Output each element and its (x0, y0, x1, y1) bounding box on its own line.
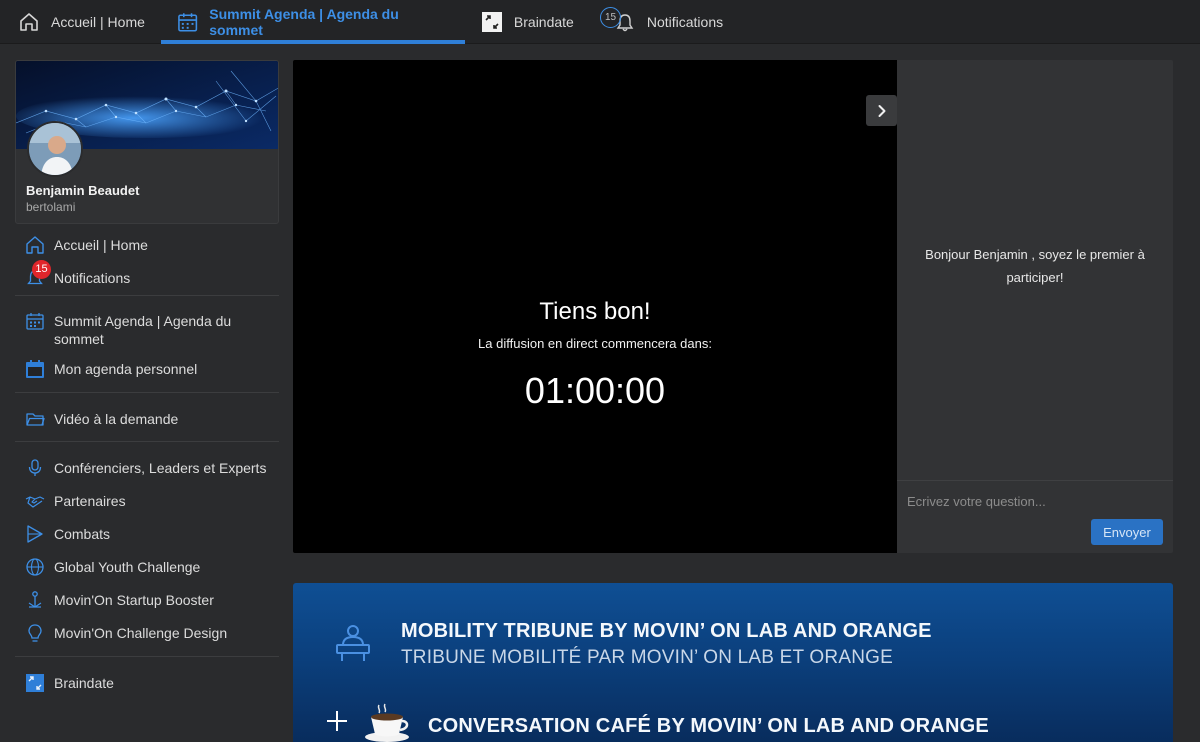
sidebar-item-label: Movin'On Challenge Design (54, 625, 228, 641)
chat-panel: Bonjour Benjamin , soyez le premier à pa… (897, 60, 1173, 553)
braindate-icon (26, 674, 44, 692)
home-icon (26, 236, 44, 254)
divider (897, 480, 1173, 481)
nav-braindate[interactable]: Braindate (465, 0, 590, 44)
profile-name: Benjamin Beaudet (26, 183, 140, 198)
microphone-icon (28, 459, 42, 476)
divider (15, 441, 279, 442)
profile-handle: bertolami (26, 200, 76, 214)
divider (15, 656, 279, 657)
sidebar-item-personal-agenda[interactable]: Mon agenda personnel (15, 360, 279, 382)
question-input[interactable] (907, 490, 1163, 512)
booster-icon (28, 591, 42, 608)
sidebar-item-notifications[interactable]: 15 Notifications (15, 260, 279, 291)
video-player[interactable]: Tiens bon! La diffusion en direct commen… (293, 60, 897, 553)
lightbulb-icon (28, 624, 42, 642)
sidebar: Benjamin Beaudet bertolami Accueil | Hom… (15, 60, 279, 696)
calendar-icon (26, 313, 44, 330)
notification-badge: 15 (32, 260, 51, 279)
sidebar-item-label: Global Youth Challenge (54, 559, 201, 575)
session-title: MOBILITY TRIBUNE BY MOVIN’ ON LAB AND OR… (401, 620, 932, 642)
calendar-filled-icon (26, 360, 44, 378)
countdown-subtitle: La diffusion en direct commencera dans: (478, 336, 712, 351)
sidebar-item-label: Notifications (54, 270, 131, 286)
sidebar-item-label: Accueil | Home (54, 237, 148, 253)
folder-icon (26, 413, 45, 426)
session-title: CONVERSATION CAFÉ BY MOVIN’ ON LAB AND O… (428, 715, 989, 737)
send-button[interactable]: Envoyer (1091, 519, 1163, 545)
divider (15, 295, 279, 296)
nav-braindate-label: Braindate (513, 14, 574, 30)
countdown-timer: 01:00:00 (524, 370, 666, 411)
braindate-icon (481, 12, 502, 32)
play-icon (27, 525, 43, 543)
sidebar-item-combats[interactable]: Combats (15, 525, 279, 547)
plus-icon[interactable] (325, 709, 349, 733)
sidebar-item-label: Movin'On Startup Booster (54, 592, 214, 608)
sidebar-item-label: Braindate (54, 675, 114, 691)
podium-icon (336, 625, 370, 661)
session-subtitle: TRIBUNE MOBILITÉ PAR MOVIN’ ON LAB ET OR… (401, 647, 893, 668)
sidebar-item-home[interactable]: Accueil | Home (15, 236, 279, 258)
coffee-cup-icon (365, 703, 409, 742)
sidebar-item-global-youth-challenge[interactable]: Global Youth Challenge (15, 558, 279, 580)
chevron-right-icon (878, 104, 885, 117)
profile-card[interactable]: Benjamin Beaudet bertolami (15, 60, 279, 224)
sidebar-item-challenge-design[interactable]: Movin'On Challenge Design (15, 624, 279, 646)
sidebar-item-label: Summit Agenda | Agenda du sommet (54, 313, 232, 347)
chat-welcome-message: Bonjour Benjamin , soyez le premier à pa… (925, 247, 1145, 285)
divider (15, 392, 279, 393)
notification-count-badge: 15 (600, 7, 621, 28)
session-banner[interactable]: MOBILITY TRIBUNE BY MOVIN’ ON LAB AND OR… (293, 583, 1173, 742)
sidebar-item-partners[interactable]: Partenaires (15, 492, 279, 514)
calendar-icon (178, 13, 198, 32)
globe-icon (26, 558, 44, 576)
nav-notifications-label: Notifications (646, 14, 724, 30)
sidebar-item-label: Combats (54, 526, 111, 542)
sidebar-item-label: Conférenciers, Leaders et Experts (54, 460, 267, 476)
nav-home[interactable]: Accueil | Home (0, 0, 161, 44)
sidebar-item-label: Vidéo à la demande (54, 411, 179, 427)
top-navigation: Accueil | Home Summit Agenda | Agenda du… (0, 0, 1200, 44)
nav-home-label: Accueil | Home (51, 14, 145, 30)
sidebar-item-summit-agenda[interactable]: Summit Agenda | Agenda du sommet (15, 312, 279, 348)
nav-agenda-label: Summit Agenda | Agenda du sommet (209, 6, 399, 38)
sidebar-item-label: Partenaires (54, 493, 126, 509)
countdown-title: Tiens bon! (539, 298, 651, 325)
avatar[interactable] (27, 121, 83, 177)
sidebar-item-braindate[interactable]: Braindate (15, 674, 279, 696)
sidebar-item-label: Mon agenda personnel (54, 361, 198, 377)
sidebar-item-startup-booster[interactable]: Movin'On Startup Booster (15, 591, 279, 613)
collapse-chat-button[interactable] (866, 95, 897, 126)
sidebar-item-speakers[interactable]: Conférenciers, Leaders et Experts (15, 459, 279, 481)
home-icon (20, 13, 38, 31)
handshake-icon (25, 496, 45, 508)
sidebar-menu: Accueil | Home 15 Notifications Summit A… (15, 236, 279, 696)
sidebar-item-video-on-demand[interactable]: Vidéo à la demande (15, 410, 279, 432)
nav-summit-agenda[interactable]: Summit Agenda | Agenda du sommet (160, 0, 465, 44)
